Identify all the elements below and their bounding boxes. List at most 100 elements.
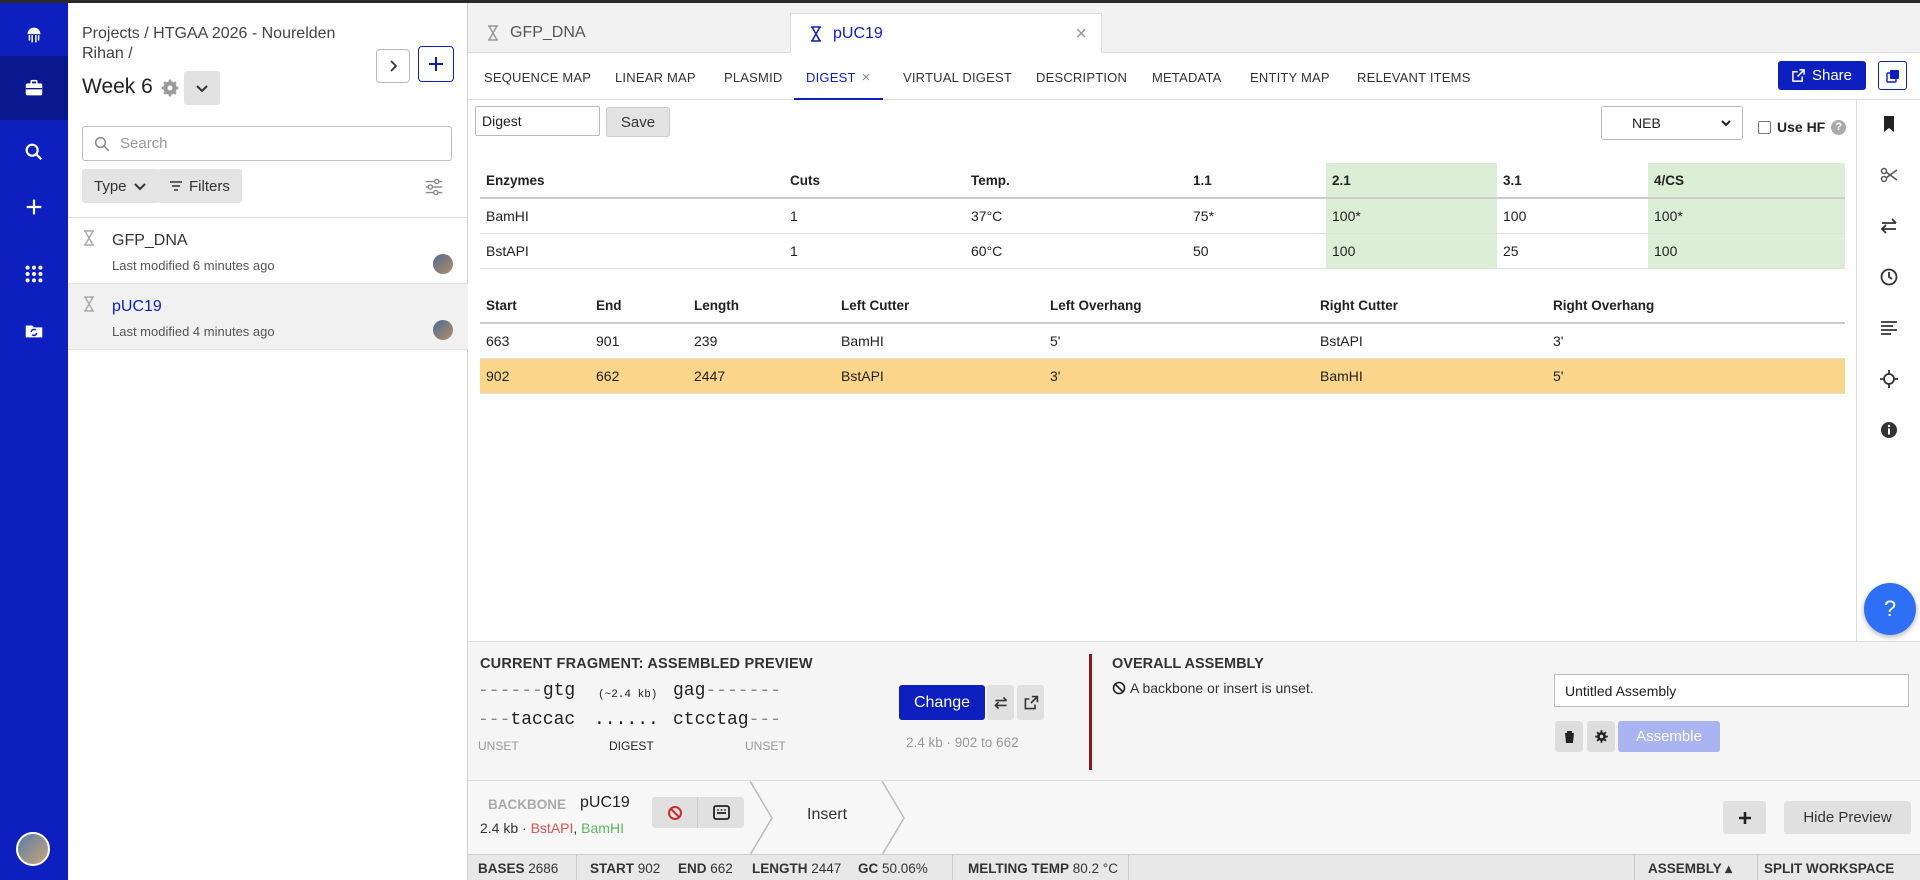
apps-grid-icon[interactable] [0,242,68,306]
add-part-button[interactable] [1723,801,1766,834]
table-row-selected[interactable]: 902 662 2447 BstAPI 3' BamHI 5' [480,358,1845,394]
column-header[interactable]: Temp. [965,163,1187,199]
table-row[interactable]: 663 901 239 BamHI 5' BstAPI 3' [480,323,1845,359]
delete-button[interactable] [1555,721,1583,752]
user-avatar[interactable] [16,832,50,866]
column-header[interactable]: Right Cutter [1314,288,1547,324]
hide-preview-button[interactable]: Hide Preview [1784,801,1911,834]
swap-icon[interactable] [1879,216,1899,236]
table-cell: BamHI [480,198,784,234]
column-header[interactable]: Right Overhang [1547,288,1845,324]
column-header[interactable]: 4/CS [1648,163,1845,199]
close-icon[interactable]: × [1075,23,1087,46]
save-button[interactable]: Save [606,107,670,137]
forward-button[interactable] [376,49,410,83]
column-header[interactable]: 1.1 [1187,163,1326,199]
tab-relevant-items[interactable]: RELEVANT ITEMS [1357,53,1471,100]
table-cell: 50 [1187,233,1326,269]
table-cell: BamHI [835,323,1044,359]
assembly-toggle[interactable]: ASSEMBLY ▴ [1648,861,1732,877]
share-button[interactable]: Share [1778,61,1866,90]
breadcrumb[interactable]: Projects / HTGAA 2026 - Nourelden Rihan … [82,24,352,64]
table-cell: BamHI [1314,358,1547,394]
tab-description[interactable]: DESCRIPTION [1036,53,1127,100]
hourglass-icon [811,25,821,42]
table-cell: 25 [1497,233,1648,269]
help-icon[interactable]: ? [1831,119,1847,135]
gear-icon[interactable] [160,78,180,98]
filters-label: Filters [189,177,230,195]
use-hf-toggle[interactable]: Use HF ? [1758,119,1847,135]
filters-button[interactable]: Filters [157,169,242,203]
end-stat: END 662 [678,861,733,876]
align-text-icon[interactable] [1879,318,1899,338]
column-header[interactable]: 3.1 [1497,163,1648,199]
split-workspace-button[interactable]: SPLIT WORKSPACE [1764,861,1894,876]
create-plus-icon[interactable] [0,175,68,239]
current-fragment-title: CURRENT FRAGMENT: ASSEMBLED PREVIEW [480,656,813,672]
item-modified: Last modified 4 minutes ago [112,324,275,339]
week-dropdown-button[interactable] [184,71,220,105]
column-header[interactable]: 2.1 [1326,163,1497,199]
tab-label: GFP_DNA [510,24,586,41]
document-tabs: GFP_DNA pUC19 × [468,3,1920,53]
column-header[interactable]: Length [688,288,835,324]
target-icon[interactable] [1879,369,1899,389]
copy-button[interactable] [1878,61,1907,90]
change-button[interactable]: Change [899,685,985,720]
tab-linear-map[interactable]: LINEAR MAP [615,53,696,100]
info-icon[interactable] [1879,420,1899,440]
backbone-name[interactable]: pUC19 [580,794,630,812]
type-filter-button[interactable]: Type [82,169,159,203]
tab-gfp-dna[interactable]: GFP_DNA [468,13,788,53]
digest-name-input[interactable] [475,106,600,136]
enzyme-table: Enzymes Cuts Temp. 1.1 2.1 3.1 4/CS BamH… [480,163,1845,269]
table-cell: 902 [480,358,590,394]
tab-digest[interactable]: DIGEST × [794,53,883,100]
history-clock-icon[interactable] [1879,267,1899,287]
tab-plasmid[interactable]: PLASMID [724,53,782,100]
swap-button[interactable] [987,685,1014,720]
close-icon[interactable]: × [862,69,871,86]
add-button[interactable] [418,46,454,82]
swap-icon [993,696,1007,709]
column-header[interactable]: Start [480,288,590,324]
export-button[interactable] [1017,685,1044,720]
sliders-icon[interactable] [423,176,445,198]
tab-puc19[interactable]: pUC19 × [790,13,1102,53]
table-cell: 3' [1547,323,1845,359]
column-header[interactable]: Cuts [784,163,965,199]
folder-sync-icon[interactable] [0,299,68,363]
list-item[interactable]: GFP_DNA Last modified 6 minutes ago [68,218,468,284]
assembly-name-input[interactable]: Untitled Assembly [1554,674,1909,707]
use-hf-checkbox[interactable] [1758,120,1771,134]
insert-slot[interactable]: Insert [807,806,847,824]
table-cell: 663 [480,323,590,359]
divider [952,855,953,880]
column-header[interactable]: Left Cutter [835,288,1044,324]
column-header[interactable]: Left Overhang [1044,288,1314,324]
settings-button[interactable] [1587,721,1615,752]
bookmark-icon[interactable] [1879,114,1899,134]
tab-sequence-map[interactable]: SEQUENCE MAP [484,53,591,100]
hourglass-icon [488,25,498,41]
assembly-status-message: A backbone or insert is unset. [1112,680,1314,696]
tab-entity-map[interactable]: ENTITY MAP [1250,53,1330,100]
projects-briefcase-icon[interactable] [0,56,68,120]
vendor-select[interactable]: NEB [1601,106,1743,140]
digest-label: DIGEST [609,739,654,753]
table-row[interactable]: BstAPI 1 60°C 50 100 25 100 [480,233,1845,269]
search-input[interactable]: Search [82,126,452,161]
assemble-button[interactable]: Assemble [1618,721,1720,752]
edit-backbone-button[interactable] [698,797,744,828]
scissors-icon[interactable] [1879,165,1899,185]
column-header[interactable]: End [590,288,688,324]
help-button[interactable]: ? [1864,583,1916,635]
table-row[interactable]: BamHI 1 37°C 75* 100* 100 100* [480,198,1845,234]
column-header[interactable]: Enzymes [480,163,784,199]
remove-backbone-button[interactable] [652,797,698,828]
tab-metadata[interactable]: METADATA [1152,53,1222,100]
bottom-left-sequence: ---taccac [478,710,576,730]
tab-virtual-digest[interactable]: VIRTUAL DIGEST [903,53,1012,100]
list-item[interactable]: pUC19 Last modified 4 minutes ago [68,284,468,350]
